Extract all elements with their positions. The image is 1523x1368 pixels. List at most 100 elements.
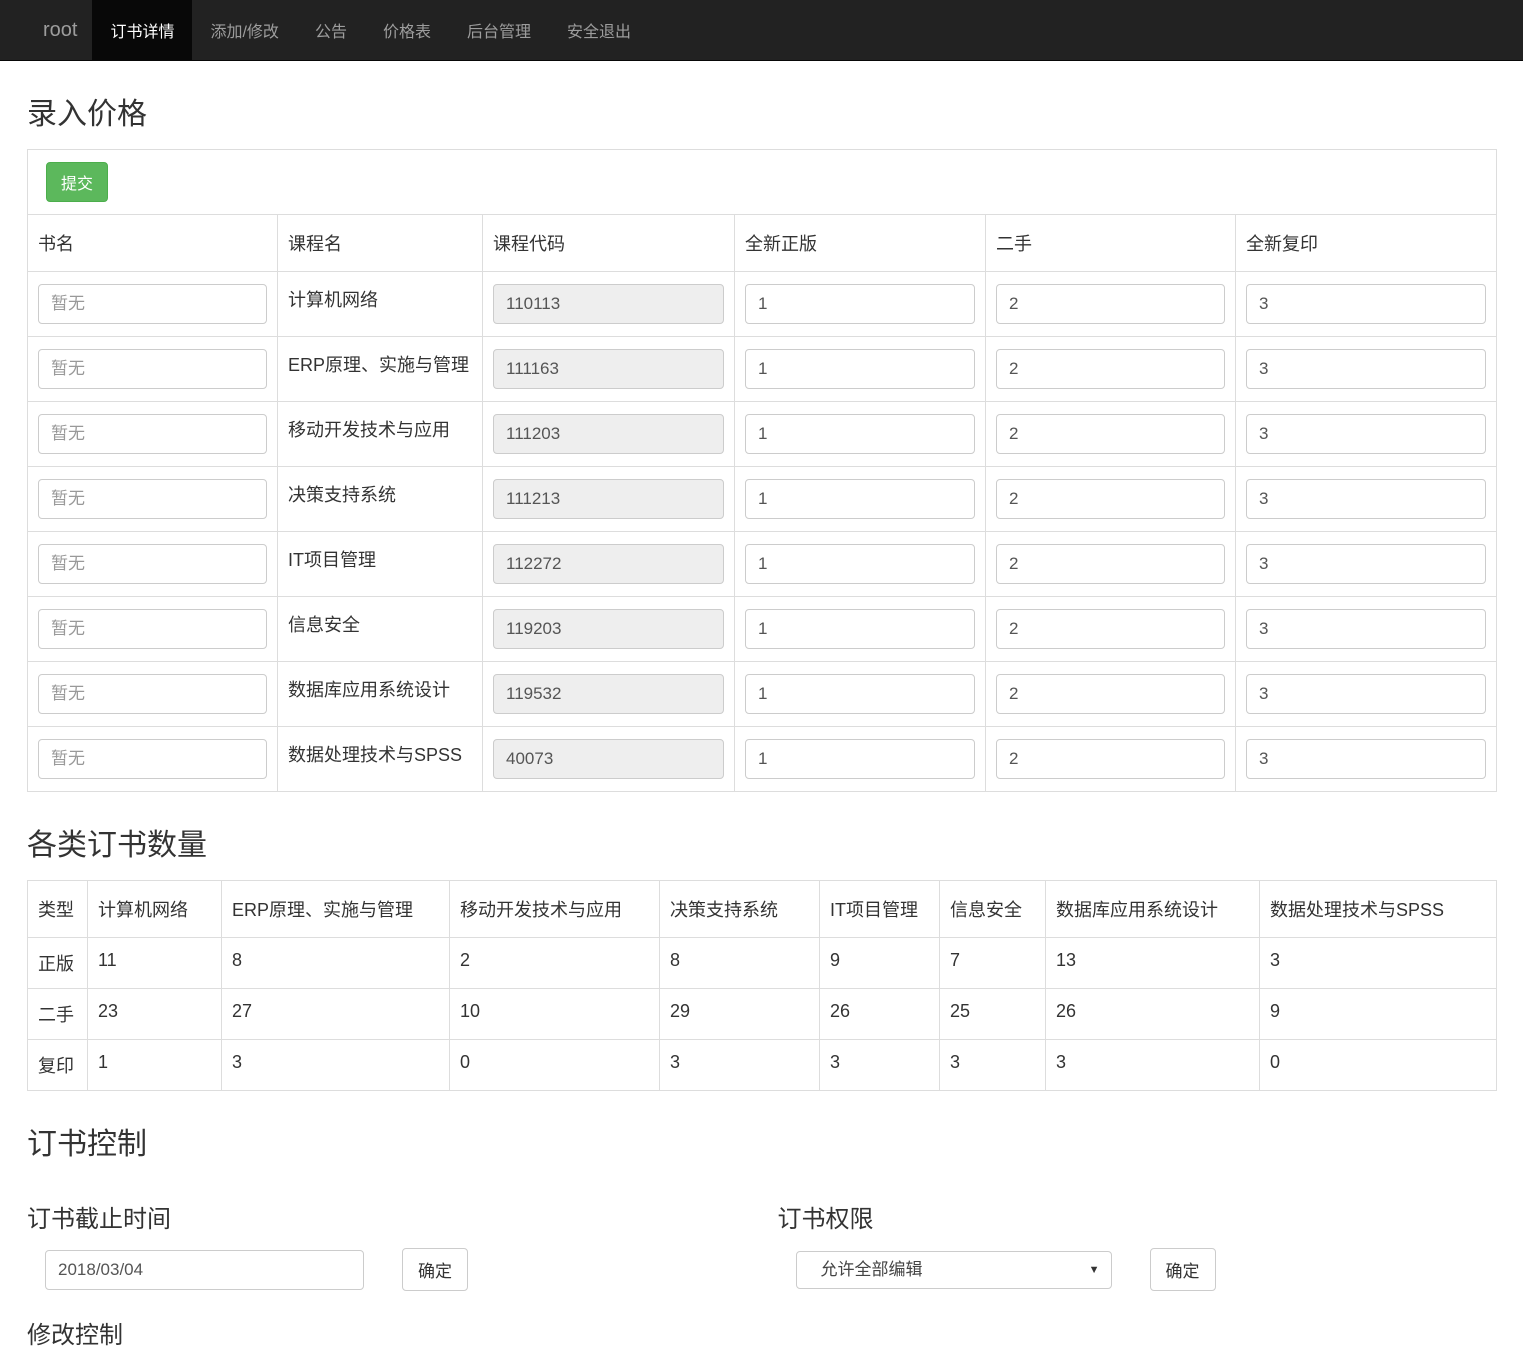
quantity-value-cell: 9 — [1260, 989, 1497, 1040]
price-column-header: 全新正版 — [735, 215, 986, 272]
quantity-value-cell: 1 — [88, 1040, 222, 1091]
control-section-title: 订书控制 — [27, 1119, 1496, 1163]
nav-item-2[interactable]: 公告 — [297, 0, 365, 60]
price-copy-input[interactable] — [1246, 544, 1486, 584]
nav-item-5[interactable]: 安全退出 — [549, 0, 649, 60]
price-section-title: 录入价格 — [27, 89, 1496, 133]
price-new-input[interactable] — [745, 544, 975, 584]
price-new-input[interactable] — [745, 284, 975, 324]
course-name: 计算机网络 — [278, 272, 483, 337]
price-new-input[interactable] — [745, 609, 975, 649]
price-used-input[interactable] — [996, 674, 1225, 714]
quantity-value-cell: 26 — [1046, 989, 1260, 1040]
modify-control-label: 修改控制 — [27, 1315, 1496, 1350]
quantity-value-cell: 25 — [940, 989, 1046, 1040]
course-code-input — [493, 284, 724, 324]
price-used-input[interactable] — [996, 349, 1225, 389]
submit-row: 提交 — [28, 150, 1497, 215]
deadline-label: 订书截止时间 — [27, 1199, 762, 1234]
price-used-input[interactable] — [996, 479, 1225, 519]
price-used-input[interactable] — [996, 284, 1225, 324]
quantity-value-cell: 0 — [1260, 1040, 1497, 1091]
price-table-row: ERP原理、实施与管理 — [28, 337, 1497, 402]
deadline-confirm-button[interactable]: 确定 — [402, 1248, 468, 1291]
course-code-input — [493, 349, 724, 389]
quantity-value-cell: 3 — [820, 1040, 940, 1091]
price-table-row: IT项目管理 — [28, 532, 1497, 597]
price-copy-input[interactable] — [1246, 674, 1486, 714]
price-copy-input[interactable] — [1246, 609, 1486, 649]
book-name-input[interactable] — [38, 284, 267, 324]
permission-select-wrap: 允许全部编辑 ▼ — [796, 1251, 1112, 1289]
price-table-row: 数据处理技术与SPSS — [28, 727, 1497, 792]
quantity-column-header: 计算机网络 — [88, 881, 222, 938]
quantity-value-cell: 23 — [88, 989, 222, 1040]
permission-label: 订书权限 — [778, 1199, 1497, 1234]
price-table-row: 信息安全 — [28, 597, 1497, 662]
quantity-row-type: 二手 — [28, 989, 88, 1040]
quantity-table: 类型计算机网络ERP原理、实施与管理移动开发技术与应用决策支持系统IT项目管理信… — [27, 880, 1497, 1091]
navbar-brand[interactable]: root — [28, 0, 92, 60]
nav-item-4[interactable]: 后台管理 — [449, 0, 549, 60]
quantity-value-cell: 8 — [660, 938, 820, 989]
price-column-header: 全新复印 — [1236, 215, 1497, 272]
quantity-value-cell: 3 — [1260, 938, 1497, 989]
book-name-input[interactable] — [38, 414, 267, 454]
permission-confirm-button[interactable]: 确定 — [1150, 1248, 1216, 1291]
book-name-input[interactable] — [38, 609, 267, 649]
nav-item-3[interactable]: 价格表 — [365, 0, 449, 60]
price-new-input[interactable] — [745, 479, 975, 519]
quantity-value-cell: 2 — [450, 938, 660, 989]
price-copy-input[interactable] — [1246, 284, 1486, 324]
price-column-header: 二手 — [986, 215, 1236, 272]
course-name: 决策支持系统 — [278, 467, 483, 532]
book-name-input[interactable] — [38, 674, 267, 714]
price-copy-input[interactable] — [1246, 349, 1486, 389]
price-used-input[interactable] — [996, 739, 1225, 779]
price-copy-input[interactable] — [1246, 479, 1486, 519]
quantity-value-cell: 3 — [1046, 1040, 1260, 1091]
quantity-table-row: 复印13033330 — [28, 1040, 1497, 1091]
price-column-header: 课程代码 — [483, 215, 735, 272]
quantity-column-header: 信息安全 — [940, 881, 1046, 938]
quantity-column-header: 数据处理技术与SPSS — [1260, 881, 1497, 938]
price-used-input[interactable] — [996, 544, 1225, 584]
price-table: 提交 书名课程名课程代码全新正版二手全新复印 计算机网络ERP原理、实施与管理移… — [27, 149, 1497, 792]
quantity-table-header-row: 类型计算机网络ERP原理、实施与管理移动开发技术与应用决策支持系统IT项目管理信… — [28, 881, 1497, 938]
permission-select[interactable]: 允许全部编辑 — [796, 1251, 1112, 1289]
book-name-input[interactable] — [38, 739, 267, 779]
price-new-input[interactable] — [745, 674, 975, 714]
price-new-input[interactable] — [745, 739, 975, 779]
nav-item-0[interactable]: 订书详情 — [92, 0, 192, 60]
course-name: IT项目管理 — [278, 532, 483, 597]
course-name: ERP原理、实施与管理 — [278, 337, 483, 402]
price-used-input[interactable] — [996, 414, 1225, 454]
book-name-input[interactable] — [38, 544, 267, 584]
course-name: 信息安全 — [278, 597, 483, 662]
deadline-date-input[interactable] — [45, 1250, 364, 1290]
quantity-column-header: 类型 — [28, 881, 88, 938]
submit-button[interactable]: 提交 — [46, 162, 108, 202]
book-name-input[interactable] — [38, 479, 267, 519]
price-copy-input[interactable] — [1246, 739, 1486, 779]
quantity-value-cell: 0 — [450, 1040, 660, 1091]
quantity-table-row: 二手232710292625269 — [28, 989, 1497, 1040]
course-name: 数据处理技术与SPSS — [278, 727, 483, 792]
quantity-row-type: 正版 — [28, 938, 88, 989]
book-name-input[interactable] — [38, 349, 267, 389]
course-code-input — [493, 544, 724, 584]
course-code-input — [493, 609, 724, 649]
price-new-input[interactable] — [745, 349, 975, 389]
quantity-section-title: 各类订书数量 — [27, 820, 1496, 864]
quantity-value-cell: 10 — [450, 989, 660, 1040]
price-used-input[interactable] — [996, 609, 1225, 649]
course-code-input — [493, 674, 724, 714]
quantity-column-header: 决策支持系统 — [660, 881, 820, 938]
course-code-input — [493, 479, 724, 519]
quantity-value-cell: 3 — [660, 1040, 820, 1091]
main-content: 录入价格 提交 书名课程名课程代码全新正版二手全新复印 计算机网络ERP原理、实… — [0, 89, 1523, 1368]
quantity-value-cell: 29 — [660, 989, 820, 1040]
nav-item-1[interactable]: 添加/修改 — [192, 0, 296, 60]
price-new-input[interactable] — [745, 414, 975, 454]
price-copy-input[interactable] — [1246, 414, 1486, 454]
